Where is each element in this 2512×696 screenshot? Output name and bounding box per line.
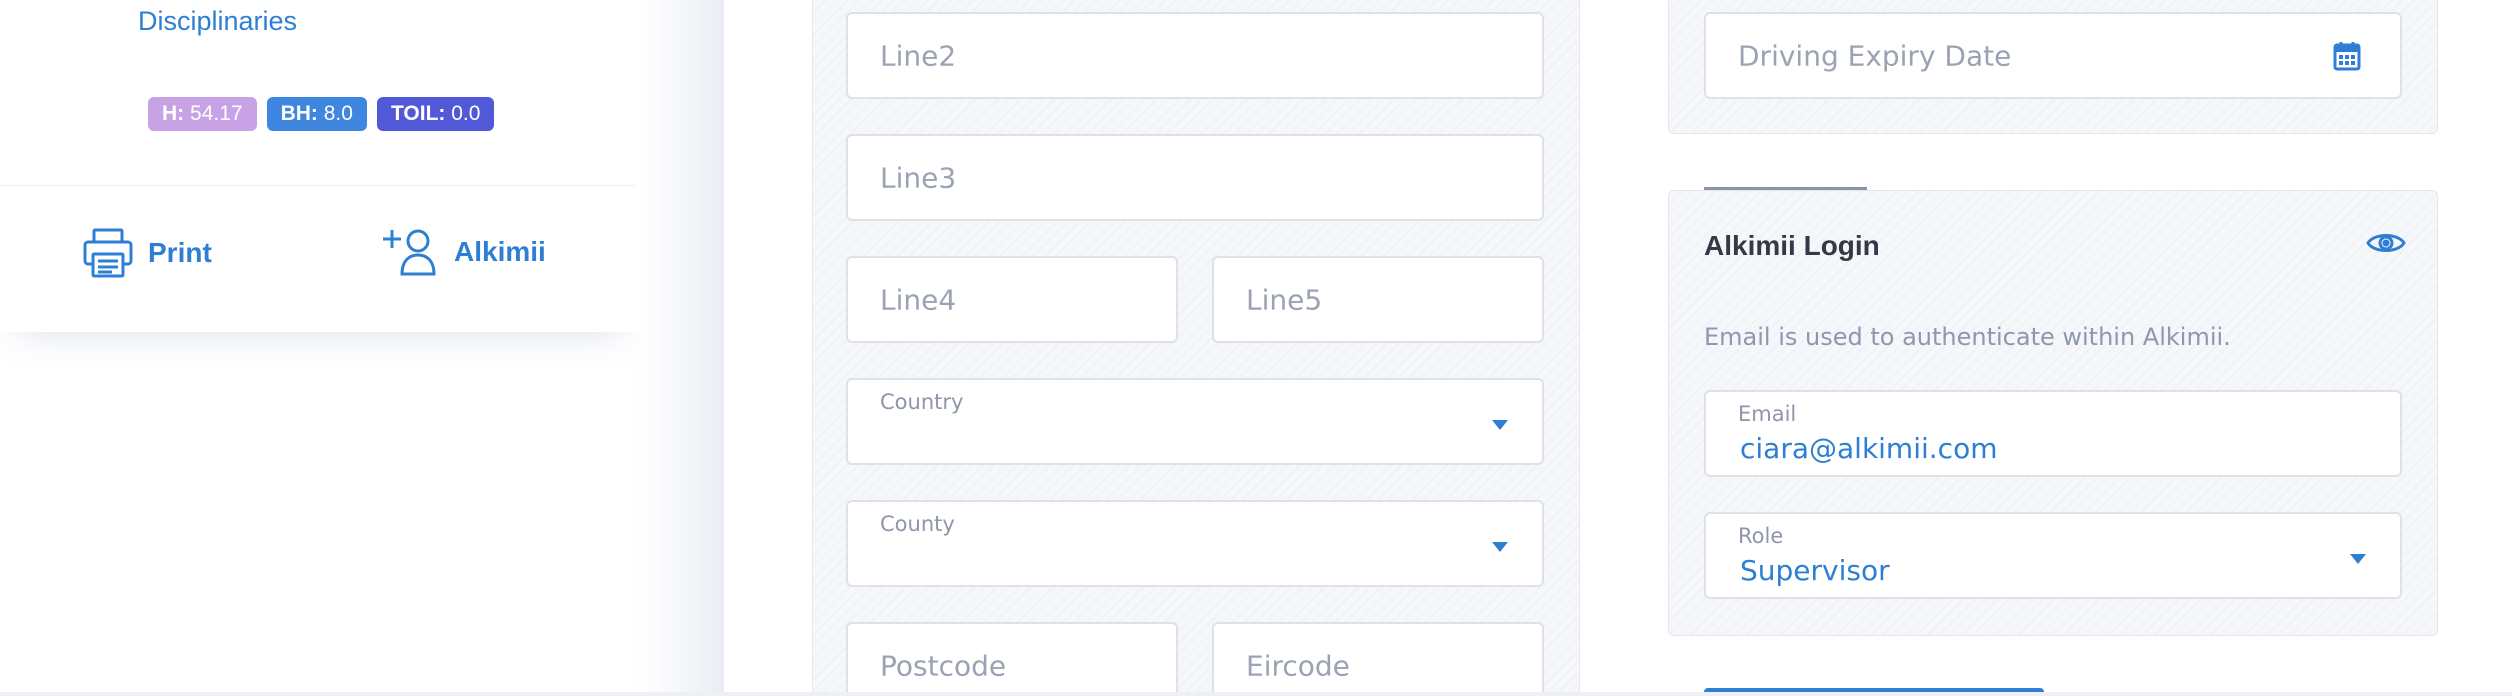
address-line5-input[interactable]: Line5: [1212, 256, 1544, 343]
line5-placeholder: Line5: [1246, 283, 1323, 316]
postcode-input[interactable]: Postcode: [846, 622, 1178, 696]
toil-key: TOIL:: [390, 102, 446, 125]
bottom-divider: [0, 692, 2512, 696]
eircode-input[interactable]: Eircode: [1212, 622, 1544, 696]
country-label: Country: [880, 390, 964, 414]
role-select[interactable]: Role Supervisor: [1704, 512, 2402, 599]
driving-expiry-date-input[interactable]: Driving Expiry Date: [1704, 12, 2402, 99]
hours-badges: H: 54.17 BH: 8.0 TOIL: 0.0: [148, 97, 495, 131]
disciplinaries-link[interactable]: Disciplinaries: [138, 6, 297, 37]
toil-badge: TOIL: 0.0: [376, 97, 495, 131]
divider: [0, 185, 636, 186]
holiday-hours-value: 54.17: [190, 102, 243, 125]
line4-placeholder: Line4: [880, 283, 957, 316]
alkimii-login-title: Alkimii Login: [1704, 230, 1880, 261]
chevron-down-icon: [2350, 553, 2366, 564]
address-line3-input[interactable]: Line3: [846, 134, 1544, 221]
alkimii-login-description: Email is used to authenticate within Alk…: [1704, 323, 2231, 351]
email-value: ciara@alkimii.com: [1740, 432, 1998, 465]
holiday-hours-key: H:: [162, 102, 185, 125]
country-select[interactable]: Country: [846, 378, 1544, 465]
employee-summary-panel: Disciplinaries H: 54.17 BH: 8.0 TOIL: 0.…: [0, 0, 640, 332]
alkimii-label: Alkimii: [454, 236, 546, 267]
bank-holiday-badge: BH: 8.0: [266, 97, 367, 131]
bank-holiday-key: BH:: [280, 102, 318, 125]
address-column: [812, 0, 1580, 696]
add-to-alkimii-button[interactable]: Alkimii: [382, 228, 546, 276]
role-value: Supervisor: [1740, 554, 1890, 587]
role-label: Role: [1738, 524, 1784, 548]
chevron-down-icon: [1492, 541, 1508, 552]
address-line2-input[interactable]: Line2: [846, 12, 1544, 99]
county-select[interactable]: County: [846, 500, 1544, 587]
print-label: Print: [148, 237, 212, 268]
add-user-icon: [382, 228, 440, 276]
bank-holiday-value: 8.0: [323, 102, 353, 125]
printer-icon: [82, 228, 134, 278]
chevron-down-icon: [1492, 419, 1508, 430]
calendar-icon[interactable]: [2333, 41, 2361, 76]
email-label: Email: [1738, 402, 1797, 426]
line3-placeholder: Line3: [880, 161, 957, 194]
eircode-placeholder: Eircode: [1246, 649, 1350, 682]
print-button[interactable]: Print: [82, 228, 212, 278]
address-line4-input[interactable]: Line4: [846, 256, 1178, 343]
email-field[interactable]: Email ciara@alkimii.com: [1704, 390, 2402, 477]
line2-placeholder: Line2: [880, 39, 957, 72]
holiday-hours-badge: H: 54.17: [148, 97, 257, 131]
panel-gutter: [640, 0, 724, 696]
driving-expiry-placeholder: Driving Expiry Date: [1738, 39, 2012, 72]
postcode-placeholder: Postcode: [880, 649, 1007, 682]
toil-value: 0.0: [451, 102, 481, 125]
eye-icon[interactable]: [2366, 228, 2406, 263]
county-label: County: [880, 512, 955, 536]
